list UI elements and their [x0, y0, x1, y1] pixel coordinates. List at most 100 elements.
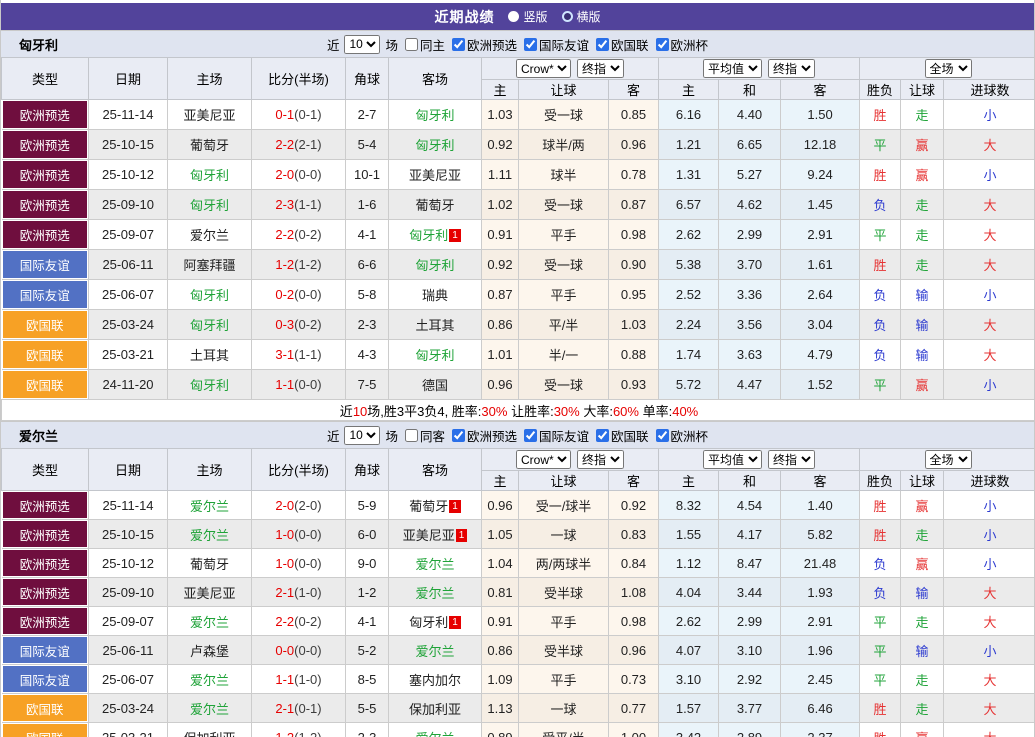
- halftime-score: (1-1): [294, 347, 321, 362]
- same-venue-filter[interactable]: 同客: [401, 426, 445, 445]
- match-date: 25-09-10: [89, 190, 168, 220]
- column-header: 类型: [2, 449, 89, 491]
- avg-home-odds: 2.24: [659, 310, 719, 340]
- away-team: 匈牙利: [389, 100, 482, 130]
- layout-vertical-radio[interactable]: 竖版: [508, 8, 547, 25]
- avg-draw-odds: 3.63: [719, 340, 781, 370]
- handicap-home-odds: 1.03: [482, 100, 519, 130]
- result-handicap: 赢: [901, 130, 944, 160]
- home-team-name: 匈牙利: [190, 288, 229, 303]
- odds-source-select[interactable]: Crow*: [516, 450, 571, 469]
- fulltime-select[interactable]: 全场: [925, 450, 972, 469]
- column-header: 日期: [89, 449, 168, 491]
- score-cell: 2-2(0-2): [252, 220, 346, 250]
- handicap-away-odds: 0.88: [609, 340, 659, 370]
- score-cell: 0-3(0-2): [252, 310, 346, 340]
- avg-home-odds: 1.12: [659, 549, 719, 578]
- fulltime-select[interactable]: 全场: [925, 59, 972, 78]
- league-type-cell: 国际友谊: [2, 250, 89, 280]
- handicap-away-odds: 0.84: [609, 549, 659, 578]
- home-team-name: 阿塞拜疆: [183, 258, 235, 273]
- match-row: 欧洲预选25-09-07爱尔兰2-2(0-2)4-1匈牙利10.91平手0.98…: [2, 607, 1035, 636]
- match-row: 国际友谊25-06-11阿塞拜疆1-2(1-2)6-6匈牙利0.92受一球0.9…: [2, 250, 1035, 280]
- result-handicap: 赢: [901, 549, 944, 578]
- home-team-name: 匈牙利: [190, 198, 229, 213]
- match-row: 国际友谊25-06-07爱尔兰1-1(1-0)8-5塞内加尔1.09平手0.73…: [2, 665, 1035, 694]
- halftime-score: (0-0): [294, 167, 321, 182]
- sub-column-header: 让球: [519, 80, 609, 100]
- fulltime-score: 3-1: [275, 347, 294, 362]
- league-filter[interactable]: 欧洲预选: [448, 35, 517, 54]
- league-filter-checkbox[interactable]: [656, 38, 669, 51]
- result-goals: 大: [944, 130, 1035, 160]
- home-team-name: 葡萄牙: [190, 138, 229, 153]
- away-team-name: 匈牙利: [415, 348, 454, 363]
- league-type-cell: 欧国联: [2, 694, 89, 723]
- home-team-name: 爱尔兰: [190, 615, 229, 630]
- home-team: 葡萄牙: [168, 549, 252, 578]
- corners-cell: 1-2: [346, 578, 389, 607]
- score-cell: 0-1(0-1): [252, 100, 346, 130]
- match-date: 25-06-07: [89, 280, 168, 310]
- same-venue-filter[interactable]: 同主: [401, 35, 445, 54]
- summary-segment: 场,胜3平3负4, 胜率:: [367, 404, 481, 419]
- handicap-home-odds: 0.92: [482, 130, 519, 160]
- home-team: 葡萄牙: [168, 130, 252, 160]
- avg-final-odds-select[interactable]: 终指: [768, 450, 815, 469]
- fulltime-score: 0-3: [275, 317, 294, 332]
- league-filter[interactable]: 国际友谊: [520, 35, 589, 54]
- match-row: 欧洲预选25-09-07爱尔兰2-2(0-2)4-1匈牙利10.91平手0.98…: [2, 220, 1035, 250]
- away-team-name: 爱尔兰: [415, 557, 454, 572]
- recent-count-select[interactable]: 10: [344, 426, 380, 445]
- handicap-away-odds: 1.00: [609, 723, 659, 737]
- avg-final-odds-select[interactable]: 终指: [768, 59, 815, 78]
- corners-cell: 4-1: [346, 607, 389, 636]
- handicap-home-odds: 0.87: [482, 280, 519, 310]
- same-venue-checkbox[interactable]: [405, 429, 418, 442]
- final-odds-select[interactable]: 终指: [577, 450, 624, 469]
- handicap-home-odds: 0.91: [482, 220, 519, 250]
- league-filter[interactable]: 欧洲杯: [652, 35, 709, 54]
- layout-horizontal-radio[interactable]: 横版: [562, 8, 601, 25]
- league-filter[interactable]: 欧洲预选: [448, 426, 517, 445]
- league-filter-checkbox[interactable]: [524, 429, 537, 442]
- away-team: 爱尔兰: [389, 723, 482, 737]
- league-filter-checkbox[interactable]: [656, 429, 669, 442]
- avg-home-odds: 2.52: [659, 280, 719, 310]
- league-filter-checkbox[interactable]: [596, 429, 609, 442]
- league-filter-checkbox[interactable]: [596, 38, 609, 51]
- match-row: 欧洲预选25-10-15爱尔兰1-0(0-0)6-0亚美尼亚11.05一球0.8…: [2, 520, 1035, 549]
- away-team: 爱尔兰: [389, 549, 482, 578]
- same-venue-checkbox[interactable]: [405, 38, 418, 51]
- league-filter-checkbox[interactable]: [524, 38, 537, 51]
- recent-count-select[interactable]: 10: [344, 35, 380, 54]
- avg-source-select[interactable]: 平均值: [703, 59, 762, 78]
- league-filter[interactable]: 欧国联: [592, 35, 649, 54]
- odds-source-select[interactable]: Crow*: [516, 59, 571, 78]
- league-filter-checkbox[interactable]: [452, 429, 465, 442]
- final-odds-select[interactable]: 终指: [577, 59, 624, 78]
- avg-source-select[interactable]: 平均值: [703, 450, 762, 469]
- result-handicap: 走: [901, 190, 944, 220]
- match-date: 24-11-20: [89, 370, 168, 400]
- handicap-line: 球半: [519, 160, 609, 190]
- handicap-home-odds: 1.09: [482, 665, 519, 694]
- league-filter[interactable]: 国际友谊: [520, 426, 589, 445]
- handicap-home-odds: 0.96: [482, 370, 519, 400]
- red-card-badge: 1: [449, 229, 461, 242]
- match-date: 25-10-15: [89, 130, 168, 160]
- league-filter[interactable]: 欧洲杯: [652, 426, 709, 445]
- avg-draw-odds: 3.10: [719, 636, 781, 665]
- match-date: 25-10-15: [89, 520, 168, 549]
- league-filter-checkbox[interactable]: [452, 38, 465, 51]
- home-team: 爱尔兰: [168, 665, 252, 694]
- away-team: 匈牙利: [389, 340, 482, 370]
- home-team-name: 爱尔兰: [190, 528, 229, 543]
- section-header: 近 10 场 同主 欧洲预选国际友谊欧国联欧洲杯 匈牙利: [1, 30, 1034, 57]
- league-type-badge: 欧洲预选: [3, 579, 88, 605]
- league-filter[interactable]: 欧国联: [592, 426, 649, 445]
- avg-home-odds: 1.55: [659, 520, 719, 549]
- corners-cell: 2-7: [346, 100, 389, 130]
- league-type-cell: 欧国联: [2, 723, 89, 737]
- home-team: 保加利亚: [168, 723, 252, 737]
